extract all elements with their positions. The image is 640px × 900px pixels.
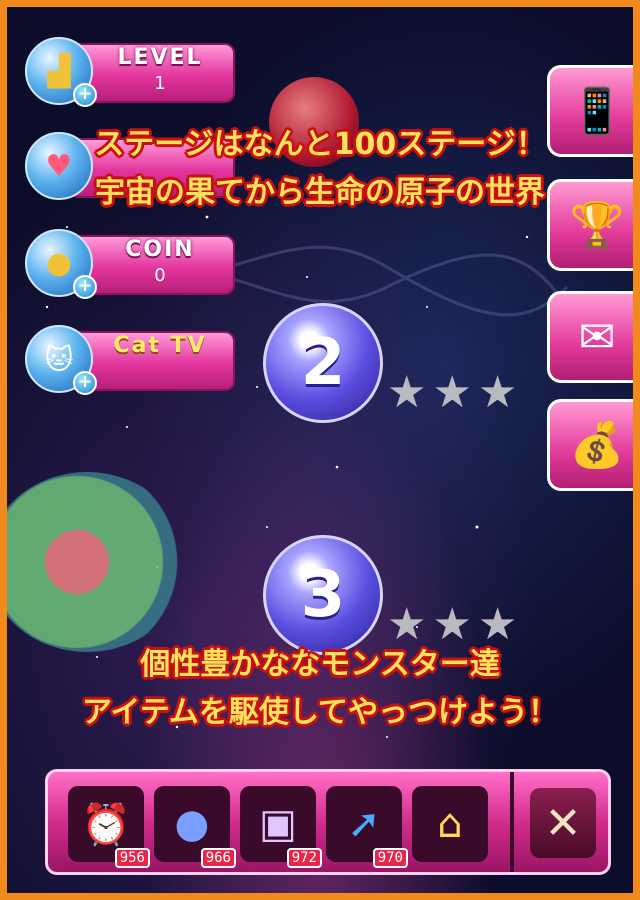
shop-icon: ⌂: [437, 801, 463, 847]
treasure-chest-icon: 💰: [569, 420, 625, 471]
close-button[interactable]: ✕: [530, 788, 596, 858]
close-icon: ✕: [544, 797, 582, 849]
stage-number: 2: [300, 326, 346, 400]
item-bar-divider: [510, 772, 514, 872]
stage-2-stars: ★ ★ ★: [387, 371, 517, 415]
stage-3-bubble[interactable]: 3: [263, 535, 383, 655]
game-screen: ▟ + LEVEL 1 ♥ ● + COIN 0 🐱 + Cat TV 📱 🏆 …: [0, 0, 640, 900]
alarm-clock-icon: ⏰: [81, 801, 131, 848]
promo-top-line2: 宇宙の果てから生命の原子の世界: [95, 175, 545, 210]
arrow-icon: ➚: [347, 801, 381, 847]
star-icon: ★: [432, 367, 472, 418]
promo-top-line1: ステージはなんと100ステージ！: [94, 127, 546, 162]
item-shop[interactable]: ⌂: [412, 786, 488, 862]
level-label: LEVEL: [117, 45, 203, 70]
coin-label: COIN: [125, 237, 195, 262]
bomb-icon: ●: [174, 801, 210, 847]
cell-creature-decoration: [7, 472, 187, 652]
coin-value: 0: [154, 265, 166, 286]
item-count: 966: [200, 848, 236, 868]
star-icon: ★: [387, 367, 427, 418]
promo-bottom-line2: アイテムを駆使してやっつけよう！: [81, 695, 559, 730]
item-bomb[interactable]: ● 966: [154, 786, 236, 868]
coin-panel[interactable]: ● + COIN 0: [25, 229, 237, 299]
item-bar: ⏰ 956 ● 966 ▣ 972 ➚ 970 ⌂ ✕: [45, 769, 611, 875]
item-arrow[interactable]: ➚ 970: [326, 786, 408, 868]
level-value: 1: [154, 73, 166, 94]
plus-icon[interactable]: +: [73, 371, 97, 395]
star-icon: ★: [477, 367, 518, 418]
promo-bottom-line1: 個性豊かななモンスター達: [140, 647, 500, 682]
item-frame[interactable]: ▣ 972: [240, 786, 322, 868]
level-panel[interactable]: ▟ + LEVEL 1: [25, 37, 237, 107]
item-alarm-clock[interactable]: ⏰ 956: [68, 786, 150, 868]
mail-button[interactable]: ✉: [547, 291, 633, 383]
item-count: 972: [286, 848, 322, 868]
cat-tv-label: Cat TV: [113, 333, 207, 358]
frame-icon: ▣: [259, 801, 297, 847]
item-count: 956: [114, 848, 150, 868]
cat-tv-panel[interactable]: 🐱 + Cat TV: [25, 325, 237, 395]
envelope-icon: ✉: [578, 311, 616, 363]
item-count: 970: [372, 848, 408, 868]
treasure-button[interactable]: 💰: [547, 399, 633, 491]
stage-number: 3: [300, 558, 346, 632]
stage-2-bubble[interactable]: 2: [263, 303, 383, 423]
